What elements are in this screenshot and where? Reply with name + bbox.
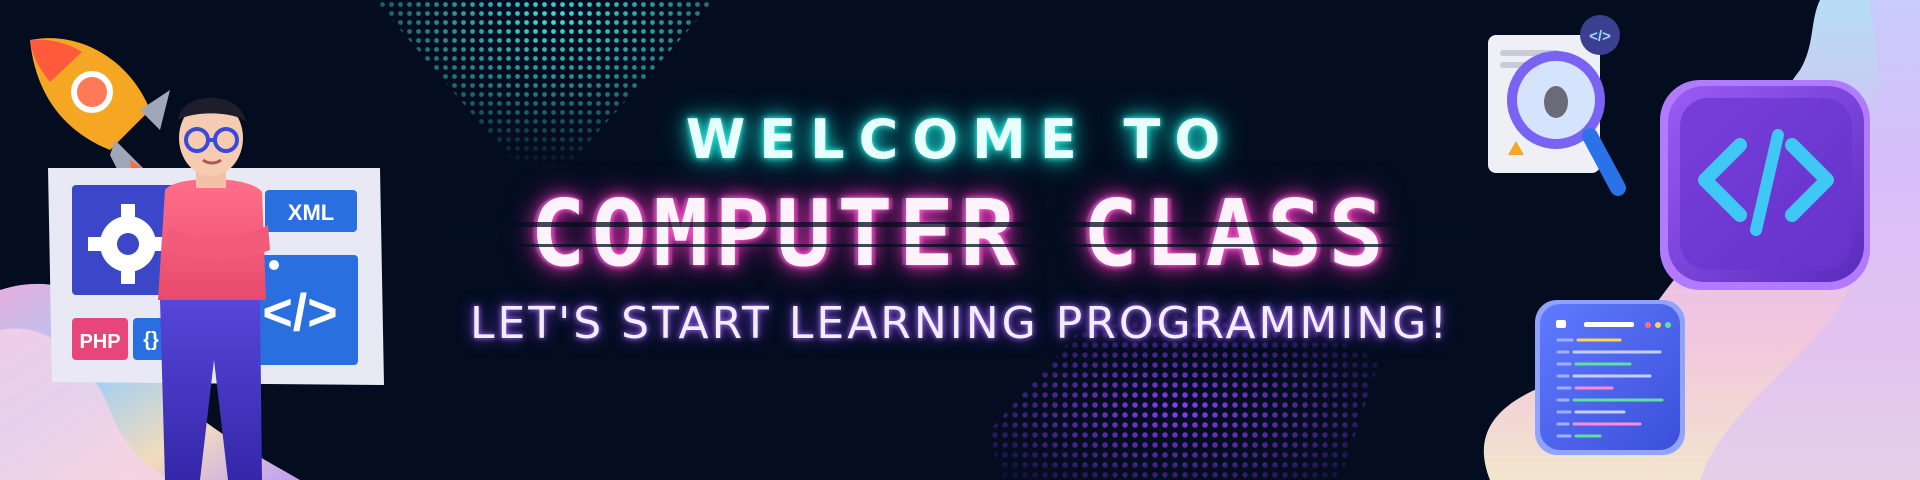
- glitch-line: [520, 244, 1440, 247]
- code-badge-label: </>: [1589, 28, 1611, 45]
- glitch-line: [440, 222, 1480, 227]
- tagline: LET'S START LEARNING PROGRAMMING!: [469, 298, 1451, 349]
- banner: XML PHP {} </> </> WELCOME TO COMPUTER C…: [0, 0, 1920, 480]
- main-title: COMPUTER CLASS: [530, 180, 1390, 287]
- welcome-heading: WELCOME TO: [685, 108, 1235, 171]
